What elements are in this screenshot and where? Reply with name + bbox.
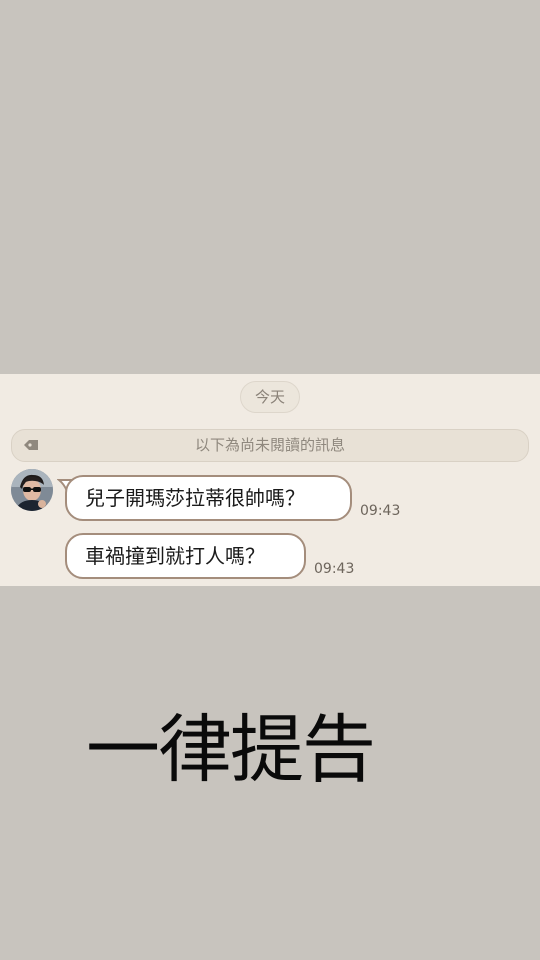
message-bubble[interactable]: 車禍撞到就打人嗎？: [65, 533, 306, 579]
message-bubble[interactable]: 兒子開瑪莎拉蒂很帥嗎？: [65, 475, 352, 521]
avatar-image: [11, 469, 53, 511]
caption-text: 一律提告: [86, 707, 376, 793]
message-time: 09:43: [360, 503, 401, 519]
unread-divider: 以下為尚未閱讀的訊息: [11, 429, 529, 462]
date-chip: 今天: [240, 381, 300, 413]
tag-icon: [24, 440, 38, 450]
chat-panel: 今天 以下為尚未閱讀的訊息 兒子開瑪莎拉蒂很帥嗎？ 09:43 車禍撞到就打人嗎…: [0, 374, 540, 586]
unread-divider-label: 以下為尚未閱讀的訊息: [194, 436, 345, 454]
message-time: 09:43: [314, 561, 355, 577]
avatar[interactable]: [11, 469, 53, 511]
